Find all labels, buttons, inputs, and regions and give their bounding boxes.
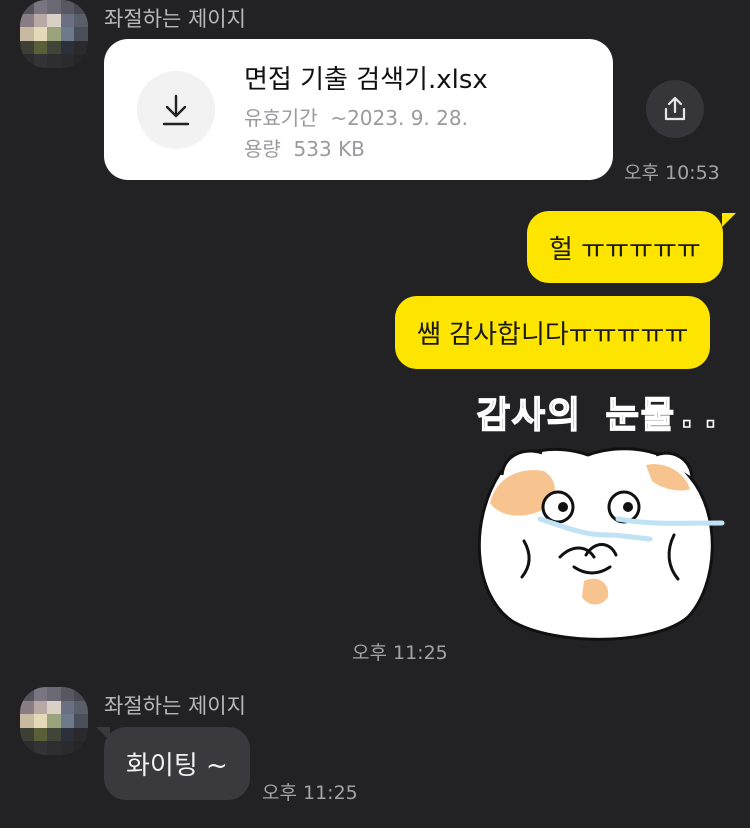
message-time: 오후 10:53 <box>624 162 720 184</box>
my-message-bubble[interactable]: 헐 ㅠㅠㅠㅠㅠ <box>527 211 723 283</box>
avatar[interactable] <box>20 687 88 755</box>
sender-name: 좌절하는 제이지 <box>104 694 246 718</box>
file-expiry: 유효기간 ~2023. 9. 28. <box>244 102 468 131</box>
file-size: 용량 533 KB <box>244 133 365 162</box>
size-label: 용량 <box>244 137 281 161</box>
download-button[interactable] <box>137 71 215 149</box>
file-message-card[interactable]: 면접 기출 검색기.xlsx 유효기간 ~2023. 9. 28. 용량 533… <box>104 39 613 180</box>
expiry-label: 유효기간 <box>244 106 318 130</box>
sender-name: 좌절하는 제이지 <box>104 7 246 31</box>
my-message-bubble[interactable]: 쌤 감사합니다ㅠㅠㅠㅠㅠ <box>395 296 711 369</box>
avatar[interactable] <box>20 0 88 68</box>
sticker-caption: 감사의 눈물.. <box>477 395 724 436</box>
expiry-value: ~2023. 9. 28. <box>330 106 468 130</box>
size-value: 533 KB <box>293 137 365 161</box>
file-name: 면접 기출 검색기.xlsx <box>244 65 488 95</box>
hamster-sticker[interactable]: 감사의 눈물.. <box>460 385 740 650</box>
share-icon <box>664 96 686 121</box>
other-message-bubble[interactable]: 화이팅 ~ <box>104 727 250 800</box>
download-icon <box>162 94 190 126</box>
bubble-tail <box>722 213 736 227</box>
share-button[interactable] <box>646 80 704 138</box>
message-time: 오후 11:25 <box>262 782 358 804</box>
message-time: 오후 11:25 <box>352 642 448 664</box>
